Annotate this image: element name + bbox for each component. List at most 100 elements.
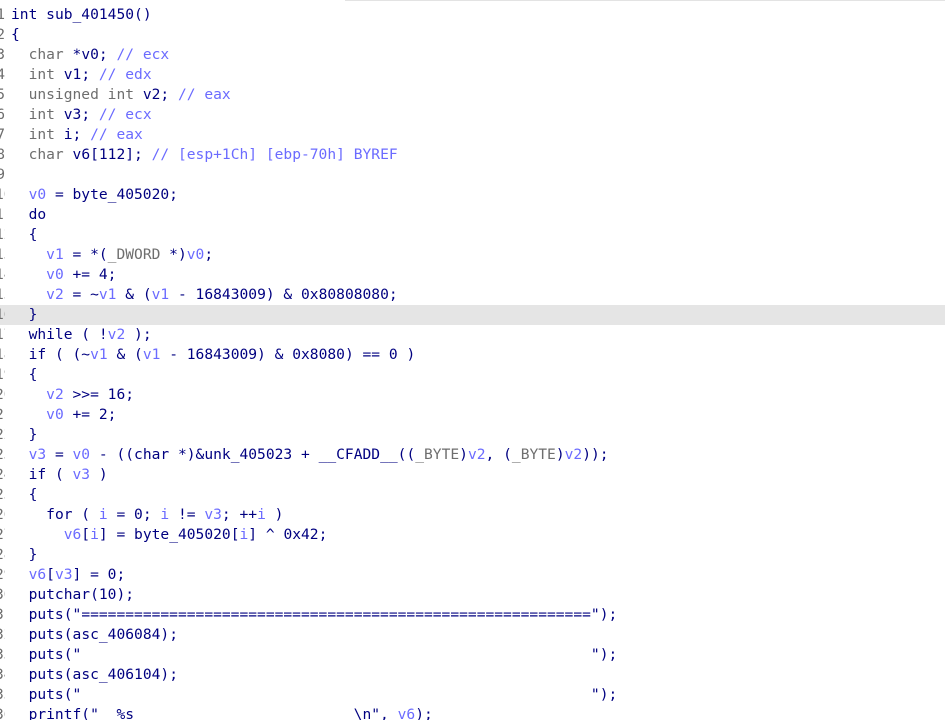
code-line[interactable]: 16 } [0,305,945,325]
line-number: 33 [0,645,5,665]
code-line[interactable]: 31 puts("===============================… [0,605,945,625]
line-number: 11 [0,205,5,225]
line-number: 34 [0,665,5,685]
line-number: 31 [0,605,5,625]
code-line[interactable]: 19 { [0,365,945,385]
code-line[interactable]: 14 v0 += 4; [0,265,945,285]
code-text[interactable]: v0 += 4; [11,265,116,285]
code-text[interactable]: puts("==================================… [11,605,618,625]
line-number: 23 [0,445,5,465]
code-line[interactable]: 12 { [0,225,945,245]
code-line[interactable]: 18 if ( (~v1 & (v1 - 16843009) & 0x8080)… [0,345,945,365]
code-line[interactable]: 35 puts(" "); [0,685,945,705]
code-text[interactable]: char v6[112]; // [esp+1Ch] [ebp-70h] BYR… [11,145,398,165]
code-line[interactable]: 36 printf(" %s \n", v6); [0,705,945,720]
code-text[interactable]: while ( !v2 ); [11,325,152,345]
code-line[interactable]: 8 char v6[112]; // [esp+1Ch] [ebp-70h] B… [0,145,945,165]
code-text[interactable]: int i; // eax [11,125,143,145]
line-number: 6 [0,106,5,123]
code-line[interactable]: 23 v3 = v0 - ((char *)&unk_405023 + __CF… [0,445,945,465]
code-text[interactable]: v2 >>= 16; [11,385,134,405]
code-line[interactable]: 11 do [0,205,945,225]
code-text[interactable]: printf(" %s \n", v6); [11,705,433,720]
code-line[interactable]: 24 if ( v3 ) [0,465,945,485]
code-text[interactable]: v2 = ~v1 & (v1 - 16843009) & 0x80808080; [11,285,398,305]
code-text[interactable]: for ( i = 0; i != v3; ++i ) [11,505,283,525]
line-number: 14 [0,265,5,285]
line-number: 26 [0,505,5,525]
code-line[interactable]: 28 } [0,545,945,565]
code-text[interactable]: char *v0; // ecx [11,45,170,65]
code-text[interactable]: v0 = byte_405020; [11,185,178,205]
code-text[interactable]: puts(asc_406084); [11,625,178,645]
line-number: 20 [0,385,5,405]
code-text[interactable]: do [11,205,47,225]
code-text[interactable]: int sub_401450() [11,5,152,25]
pseudocode-editor[interactable]: 1 int sub_401450() 2{3 char *v0; // ecx 4 i… [0,0,945,720]
line-number: 35 [0,685,5,705]
line-number: 2 [0,26,5,43]
line-number: 9 [0,166,5,183]
line-number: 27 [0,525,5,545]
code-text[interactable]: int v1; // edx [11,65,152,85]
code-line[interactable]: 25 { [0,485,945,505]
line-number: 16 [0,305,5,325]
code-text[interactable]: { [11,485,38,505]
line-number: 4 [0,66,5,83]
code-line[interactable]: 15 v2 = ~v1 & (v1 - 16843009) & 0x808080… [0,285,945,305]
code-line[interactable]: 5 unsigned int v2; // eax [0,85,945,105]
line-number: 36 [0,705,5,720]
code-view[interactable]: 1 int sub_401450() 2{3 char *v0; // ecx 4 i… [0,5,945,720]
code-line[interactable]: 17 while ( !v2 ); [0,325,945,345]
line-number: 21 [0,405,5,425]
code-line[interactable]: 20 v2 >>= 16; [0,385,945,405]
line-number: 24 [0,465,5,485]
code-line[interactable]: 32 puts(asc_406084); [0,625,945,645]
code-text[interactable]: { [11,225,38,245]
code-text[interactable]: v0 += 2; [11,405,116,425]
code-text[interactable]: } [11,545,38,565]
line-number: 30 [0,585,5,605]
code-text[interactable]: { [11,365,38,385]
code-text[interactable]: puts(asc_406104); [11,665,178,685]
line-number: 5 [0,86,5,103]
code-line[interactable]: 10 v0 = byte_405020; [0,185,945,205]
line-number: 29 [0,565,5,585]
line-number: 28 [0,545,5,565]
line-number: 32 [0,625,5,645]
code-line[interactable]: 7 int i; // eax [0,125,945,145]
code-text[interactable]: putchar(10); [11,585,134,605]
code-text[interactable]: v1 = *(_DWORD *)v0; [11,245,213,265]
code-line[interactable]: 27 v6[i] = byte_405020[i] ^ 0x42; [0,525,945,545]
code-text[interactable]: v6[i] = byte_405020[i] ^ 0x42; [11,525,328,545]
code-line[interactable]: 21 v0 += 2; [0,405,945,425]
top-divider [345,0,945,4]
code-line[interactable]: 29 v6[v3] = 0; [0,565,945,585]
code-text[interactable]: } [11,305,38,325]
code-text[interactable]: if ( (~v1 & (v1 - 16843009) & 0x8080) ==… [11,345,416,365]
line-number: 10 [0,185,5,205]
code-line[interactable]: 1 int sub_401450() [0,5,945,25]
code-text[interactable]: { [11,25,20,45]
code-line[interactable]: 34 puts(asc_406104); [0,665,945,685]
code-text[interactable]: v3 = v0 - ((char *)&unk_405023 + __CFADD… [11,445,609,465]
code-line[interactable]: 13 v1 = *(_DWORD *)v0; [0,245,945,265]
code-line[interactable]: 30 putchar(10); [0,585,945,605]
code-line[interactable]: 9 [0,165,945,185]
code-text[interactable]: puts(" "); [11,645,618,665]
code-text[interactable]: } [11,425,38,445]
code-text[interactable]: int v3; // ecx [11,105,152,125]
line-number: 13 [0,245,5,265]
code-line[interactable]: 3 char *v0; // ecx [0,45,945,65]
code-line[interactable]: 33 puts(" "); [0,645,945,665]
code-text[interactable]: unsigned int v2; // eax [11,85,231,105]
code-line[interactable]: 2{ [0,25,945,45]
code-line[interactable]: 22 } [0,425,945,445]
code-text[interactable]: v6[v3] = 0; [11,565,126,585]
code-line[interactable]: 6 int v3; // ecx [0,105,945,125]
line-number: 17 [0,325,5,345]
code-text[interactable]: puts(" "); [11,685,618,705]
code-text[interactable]: if ( v3 ) [11,465,108,485]
code-line[interactable]: 4 int v1; // edx [0,65,945,85]
code-line[interactable]: 26 for ( i = 0; i != v3; ++i ) [0,505,945,525]
